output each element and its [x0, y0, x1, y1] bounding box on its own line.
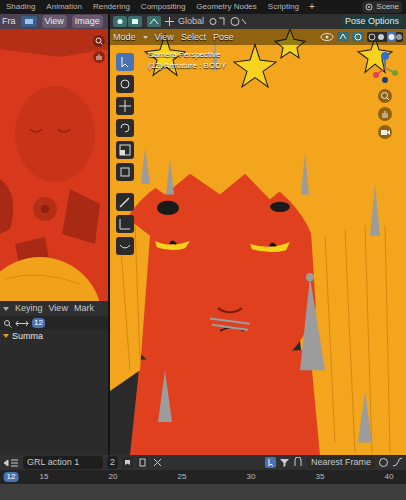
- menu-item[interactable]: Keying: [15, 304, 43, 313]
- scene-name: Scene: [376, 3, 399, 11]
- search-icon[interactable]: [3, 319, 12, 328]
- image-editor-header: Fra View Image: [0, 14, 108, 29]
- workspace-tab[interactable]: Animation: [45, 1, 83, 13]
- scale-tool-icon[interactable]: [116, 141, 134, 159]
- pan-icon[interactable]: [378, 107, 392, 121]
- unlink-action-icon[interactable]: [152, 457, 163, 468]
- action-bar: GRL action 1 2 Nearest Frame: [0, 455, 406, 470]
- viewport-info: Camera Perspective (12) Armature : BODY: [148, 51, 226, 70]
- curve-icon[interactable]: [392, 457, 403, 468]
- dope-sheet-header: Keying View Mark: [0, 301, 108, 316]
- frame-tick[interactable]: 40: [382, 472, 397, 482]
- frame-tick[interactable]: 15: [37, 472, 52, 482]
- summary-label: Summa: [12, 332, 43, 341]
- workspace-tab[interactable]: Scripting: [267, 1, 300, 13]
- frame-field[interactable]: 12: [32, 318, 45, 328]
- menu-item[interactable]: View: [49, 304, 68, 313]
- zoom-icon[interactable]: [93, 35, 105, 47]
- menu-item[interactable]: View: [42, 15, 67, 28]
- menu-item[interactable]: Mode: [113, 33, 136, 42]
- 3d-viewport[interactable]: Mode View Select Pose Camera Perspective: [110, 29, 406, 455]
- menu-item[interactable]: View: [155, 33, 174, 42]
- expand-icon[interactable]: [3, 333, 9, 339]
- dropdown-icon: [143, 35, 148, 40]
- select-tool-icon[interactable]: [116, 53, 134, 71]
- left-column: Fra View Image: [0, 14, 108, 455]
- camera-icon[interactable]: [378, 125, 392, 139]
- new-action-icon[interactable]: [137, 457, 148, 468]
- image-canvas[interactable]: [0, 29, 108, 301]
- right-column: Global Pose Options: [110, 14, 406, 455]
- frame-tick[interactable]: 20: [106, 472, 121, 482]
- viewport-header: Global Pose Options: [110, 14, 406, 29]
- dope-sheet-search-row: 12: [0, 316, 108, 330]
- scene-icon: [365, 3, 373, 11]
- workspace-tab[interactable]: Shading: [5, 1, 36, 13]
- zoom-icon[interactable]: [378, 89, 392, 103]
- cursor-tool-icon[interactable]: [116, 75, 134, 93]
- snap-dropdown[interactable]: Nearest Frame: [307, 456, 375, 469]
- menu-item[interactable]: Mark: [74, 304, 94, 313]
- workspace-tab[interactable]: Geometry Nodes: [195, 1, 257, 13]
- workspace-tab[interactable]: Compositing: [140, 1, 186, 13]
- measure-tool-icon[interactable]: [116, 215, 134, 233]
- pose-tool-icon[interactable]: [116, 237, 134, 255]
- frame-tick[interactable]: 12: [4, 472, 19, 482]
- snap-icon[interactable]: [293, 457, 304, 468]
- gizmo-toggle-icon[interactable]: [337, 32, 349, 42]
- action-users-field[interactable]: 2: [107, 456, 118, 469]
- visibility-icon[interactable]: [320, 32, 334, 42]
- annotate-tool-icon[interactable]: [116, 193, 134, 211]
- collapse-icon[interactable]: [3, 306, 9, 312]
- rotate-tool-icon[interactable]: [116, 119, 134, 137]
- fake-user-icon[interactable]: [122, 457, 133, 468]
- viewport-menu-bar: Mode View Select Pose: [110, 29, 406, 45]
- move-tool-icon[interactable]: [116, 97, 134, 115]
- frame-tick[interactable]: 35: [313, 472, 328, 482]
- orientation-icon: [165, 17, 174, 26]
- tool-bar: [116, 53, 134, 255]
- image-editor-label[interactable]: Fra: [2, 17, 16, 26]
- menu-item[interactable]: Image: [72, 15, 103, 28]
- frame-tick[interactable]: 25: [175, 472, 190, 482]
- navigation-gizmo: [368, 51, 402, 139]
- filter-icon[interactable]: [279, 457, 290, 468]
- artwork-picture: [110, 29, 406, 455]
- pan-icon[interactable]: [93, 51, 105, 63]
- pose-options-dropdown[interactable]: Pose Options: [341, 15, 403, 28]
- snap-icon[interactable]: [208, 16, 226, 27]
- shading-icon[interactable]: [367, 32, 403, 42]
- view-name: Camera Perspective: [148, 51, 226, 59]
- swap-icon[interactable]: [15, 319, 29, 328]
- texture-picture: [0, 29, 108, 301]
- pivot-icon[interactable]: [113, 16, 143, 27]
- transform-tool-icon[interactable]: [116, 163, 134, 181]
- add-workspace-button[interactable]: +: [309, 2, 315, 12]
- proportional-icon[interactable]: [230, 16, 248, 27]
- orientation-dropdown[interactable]: Global: [178, 17, 204, 26]
- scene-selector[interactable]: Scene: [362, 1, 402, 13]
- action-field[interactable]: GRL action 1: [23, 456, 103, 469]
- transform-icon[interactable]: [147, 16, 161, 27]
- frame-tick[interactable]: 30: [244, 472, 259, 482]
- workspace-tab[interactable]: Rendering: [92, 1, 131, 13]
- workspace-bar: Shading Animation Rendering Compositing …: [0, 0, 406, 14]
- action-icon: [3, 458, 19, 468]
- axis-gizmo-icon[interactable]: [368, 51, 402, 85]
- timeline[interactable]: 12 15 20 25 30 35 40: [0, 470, 406, 500]
- select-icon[interactable]: [265, 457, 276, 468]
- proportional-icon[interactable]: [378, 457, 389, 468]
- editor-type-icon[interactable]: [21, 16, 37, 27]
- menu-item[interactable]: Select: [181, 33, 206, 42]
- frame-ruler[interactable]: 12 15 20 25 30 35 40: [0, 470, 406, 484]
- summary-row[interactable]: Summa: [0, 330, 108, 342]
- menu-item[interactable]: Pose: [213, 33, 234, 42]
- overlay-toggle-icon[interactable]: [352, 32, 364, 42]
- active-object: (12) Armature : BODY: [148, 62, 226, 70]
